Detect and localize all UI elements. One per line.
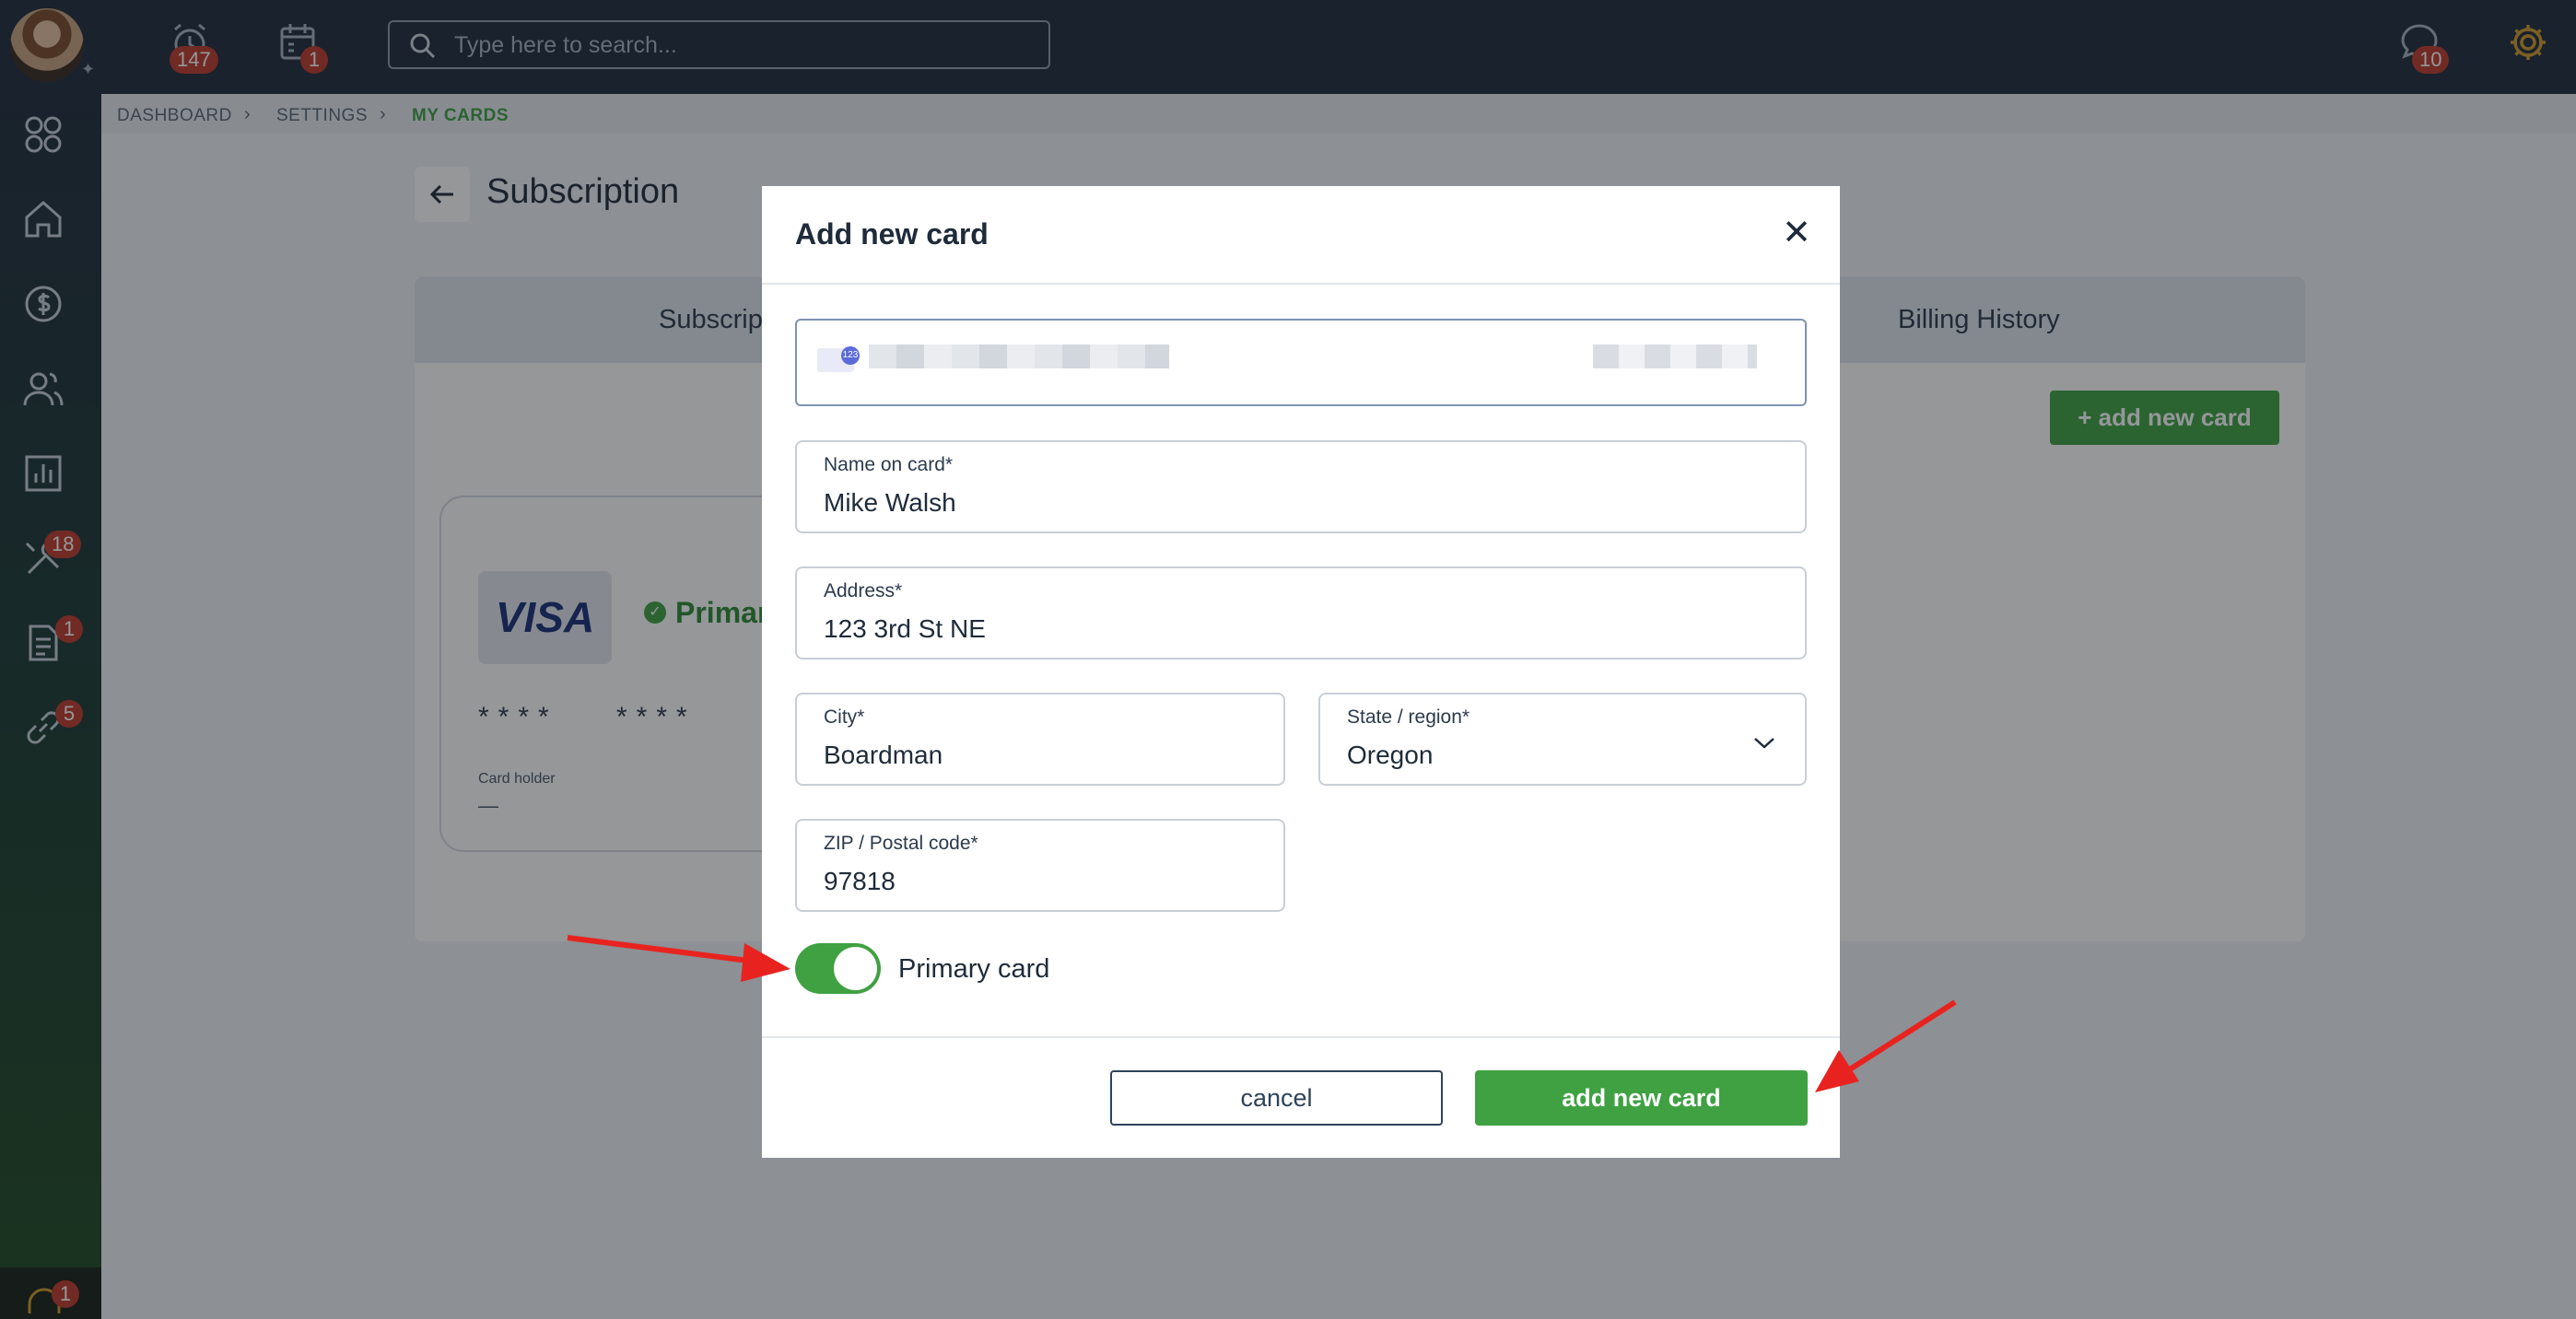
address-label: Address* [824,580,903,601]
zip-label: ZIP / Postal code* [824,833,978,854]
modal-footer-divider [762,1036,1840,1038]
chevron-down-icon [1754,738,1774,749]
modal-header: Add new card ✕ [762,186,1840,285]
add-card-modal: Add new card ✕ 123 Name on card* Address… [762,186,1840,1158]
card-number-field[interactable]: 123 [795,319,1807,406]
toggle-knob [834,947,877,990]
zip-input[interactable] [824,867,1213,896]
name-on-card-input[interactable] [824,488,1631,518]
card-icon-badge: 123 [841,346,860,365]
address-input[interactable] [824,614,1631,644]
state-value: Oregon [1347,741,1434,769]
zip-field[interactable]: ZIP / Postal code* [795,819,1285,912]
modal-title: Add new card [795,217,989,251]
name-on-card-label: Name on card* [824,454,954,475]
cancel-button[interactable]: cancel [1110,1070,1443,1126]
redacted-card-number [869,344,1169,368]
city-label: City* [824,706,865,728]
city-input[interactable] [824,741,1213,770]
city-field[interactable]: City* [795,693,1285,786]
address-field[interactable]: Address* [795,566,1807,660]
primary-card-toggle[interactable] [795,943,881,994]
submit-add-card-button[interactable]: add new card [1475,1070,1808,1126]
primary-card-label: Primary card [898,954,1050,984]
state-label: State / region* [1347,706,1470,728]
name-on-card-field[interactable]: Name on card* [795,440,1807,533]
state-select[interactable]: State / region* Oregon [1318,693,1807,786]
redacted-expiry-cvc [1593,344,1757,368]
close-icon[interactable]: ✕ [1775,212,1818,254]
